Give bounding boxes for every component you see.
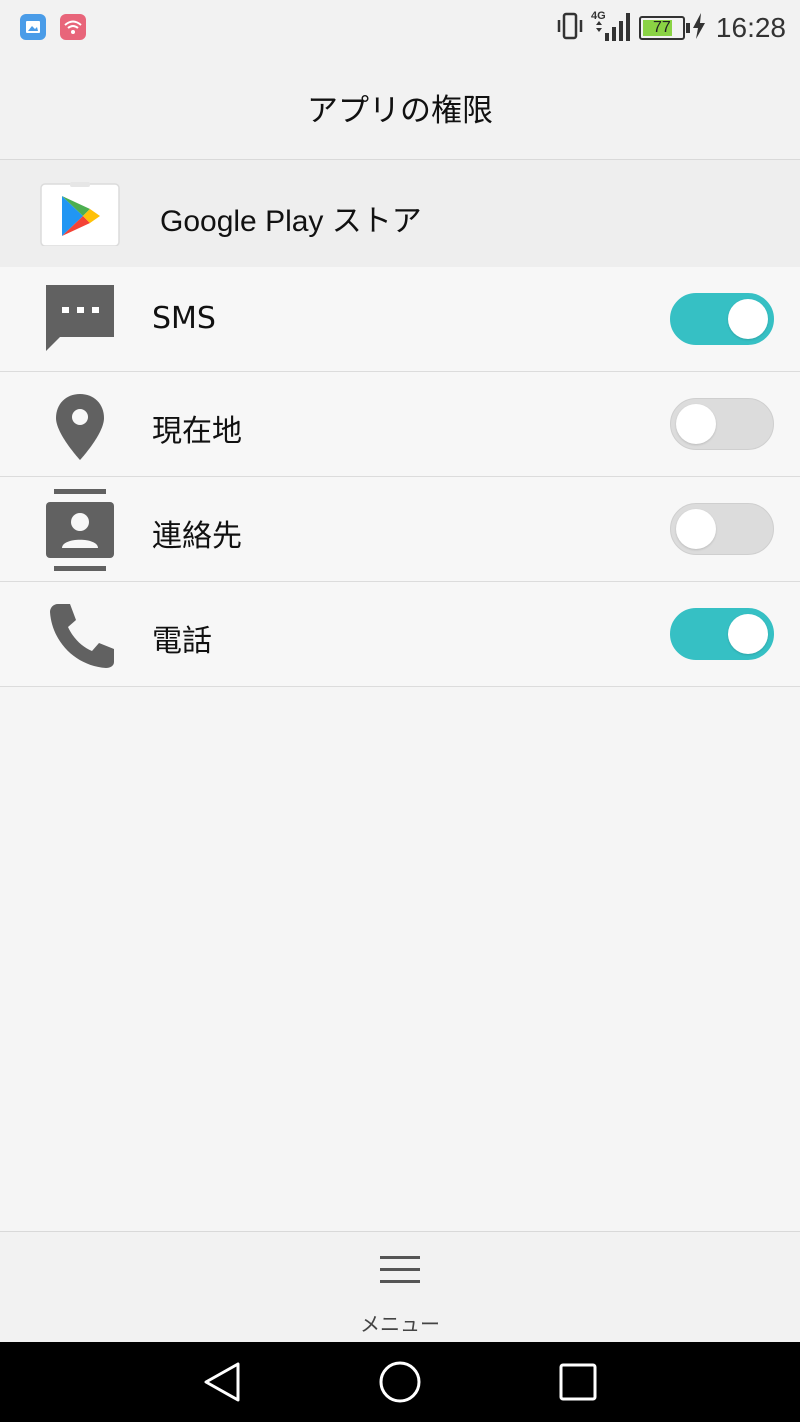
permission-list: SMS 現在地 連絡先 電話	[0, 267, 800, 687]
menu-label[interactable]: メニュー	[0, 1308, 800, 1337]
gallery-notification-icon	[20, 14, 46, 40]
bottom-menu[interactable]: メニュー	[0, 1231, 800, 1342]
navigation-bar	[0, 1342, 800, 1422]
title-bar: アプリの権限	[0, 56, 800, 160]
permission-row-sms[interactable]: SMS	[0, 267, 800, 372]
permission-label: 連絡先	[152, 519, 242, 554]
permission-label: 電話	[152, 624, 212, 659]
status-bar: 4G 77 16:28	[0, 0, 800, 56]
sms-icon	[44, 285, 116, 357]
signal-icon: 4G	[591, 9, 631, 47]
toggle-knob	[676, 509, 716, 549]
page-title: アプリの権限	[307, 93, 493, 129]
app-name: Google Play ストア	[160, 205, 422, 238]
permission-row-contacts[interactable]: 連絡先	[0, 477, 800, 582]
location-icon	[44, 390, 116, 462]
permission-row-location[interactable]: 現在地	[0, 372, 800, 477]
status-icons: 4G 77 16:28	[555, 8, 786, 48]
permission-row-phone[interactable]: 電話	[0, 582, 800, 687]
vibrate-icon	[555, 12, 585, 44]
battery-level: 77	[653, 19, 671, 36]
app-header: Google Play ストア	[0, 160, 800, 267]
recents-icon[interactable]	[556, 1360, 600, 1404]
phone-icon	[44, 600, 116, 672]
phone-toggle[interactable]	[670, 608, 774, 660]
permission-label: 現在地	[152, 414, 242, 449]
charging-icon	[692, 13, 706, 43]
permission-label: SMS	[152, 301, 216, 336]
sms-toggle[interactable]	[670, 293, 774, 345]
toggle-knob	[676, 404, 716, 444]
wifi-notification-icon	[60, 14, 86, 40]
google-play-icon	[40, 182, 120, 247]
contacts-icon	[44, 489, 116, 573]
contacts-toggle[interactable]	[670, 503, 774, 555]
toggle-knob	[728, 614, 768, 654]
toggle-knob	[728, 299, 768, 339]
network-type-label: 4G	[591, 10, 606, 22]
back-icon[interactable]	[200, 1360, 244, 1404]
location-toggle[interactable]	[670, 398, 774, 450]
menu-icon[interactable]	[380, 1254, 420, 1286]
home-icon[interactable]	[378, 1360, 422, 1404]
clock: 16:28	[715, 12, 786, 43]
battery-icon: 77	[631, 16, 690, 40]
